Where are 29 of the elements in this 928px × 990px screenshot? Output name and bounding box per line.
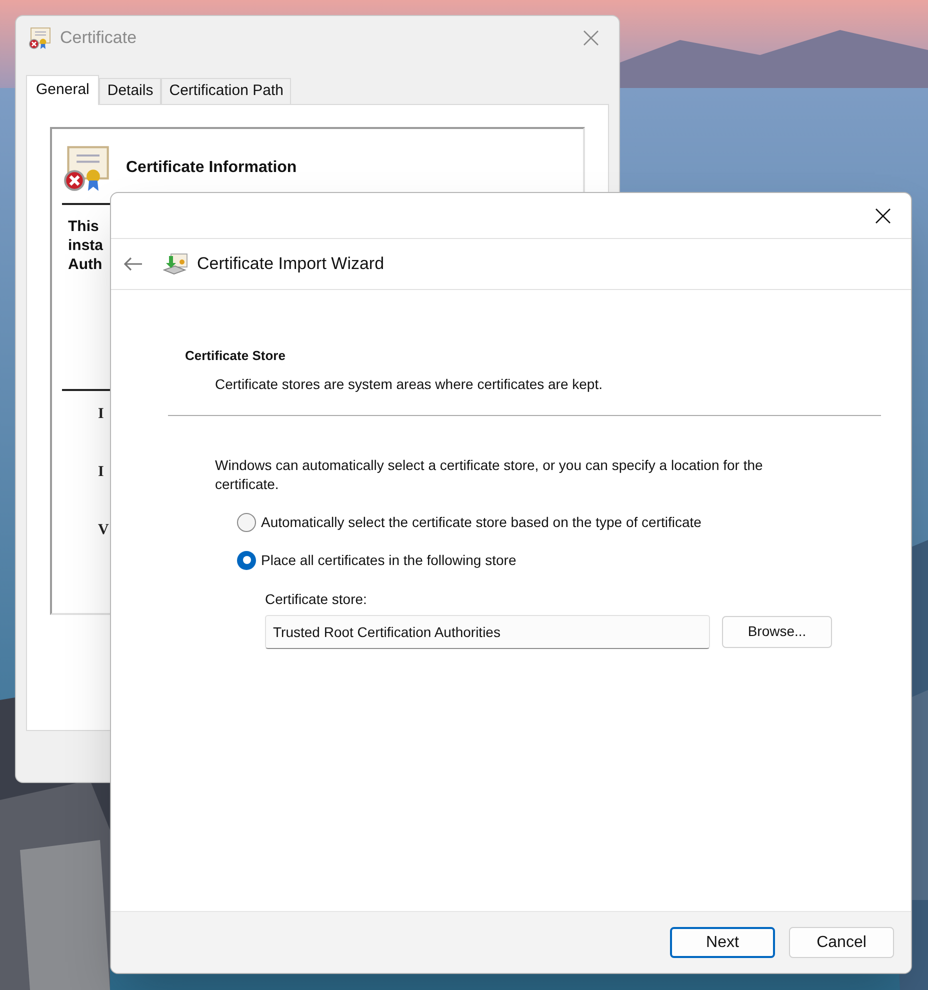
window-title: Certificate (60, 27, 138, 50)
field-label: I (98, 405, 104, 423)
radio-button[interactable] (237, 512, 256, 532)
import-wizard-icon (163, 252, 189, 276)
store-label: Certificate store: (265, 590, 367, 608)
field-label: I (98, 463, 104, 481)
close-icon[interactable] (875, 208, 891, 224)
browse-button[interactable]: Browse... (722, 616, 832, 648)
section-title: Certificate Store (185, 347, 286, 365)
tab[interactable]: Details (99, 78, 162, 104)
radio-button[interactable] (237, 550, 256, 570)
info-text: insta (68, 236, 104, 255)
tab[interactable]: General (26, 75, 100, 105)
dialog-button[interactable]: Cancel (789, 927, 894, 958)
section-description: Certificate stores are system areas where certificates are kept. (214, 374, 602, 394)
info-title: Certificate Information (126, 158, 297, 178)
dialog-button[interactable]: Next (670, 927, 775, 958)
option-label[interactable]: Automatically select the certificate store based on the type of certificate (261, 512, 702, 532)
certificate-icon (62, 143, 112, 193)
store-field[interactable]: Trusted Root Certification Authorities (265, 614, 710, 648)
info-text: This (68, 217, 99, 236)
tab[interactable]: Certification Path (161, 78, 292, 104)
wizard-title: Certificate Import Wizard (197, 253, 384, 276)
option-label[interactable]: Place all certificates in the following store (261, 550, 516, 570)
back-arrow-icon[interactable] (123, 256, 143, 272)
instructions-text: Windows can automatically select a certificate store, or you can specify a location for the certificate. (215, 456, 764, 494)
certificate-icon (28, 26, 52, 50)
info-text: Auth (68, 255, 102, 274)
field-label: V (98, 521, 109, 539)
